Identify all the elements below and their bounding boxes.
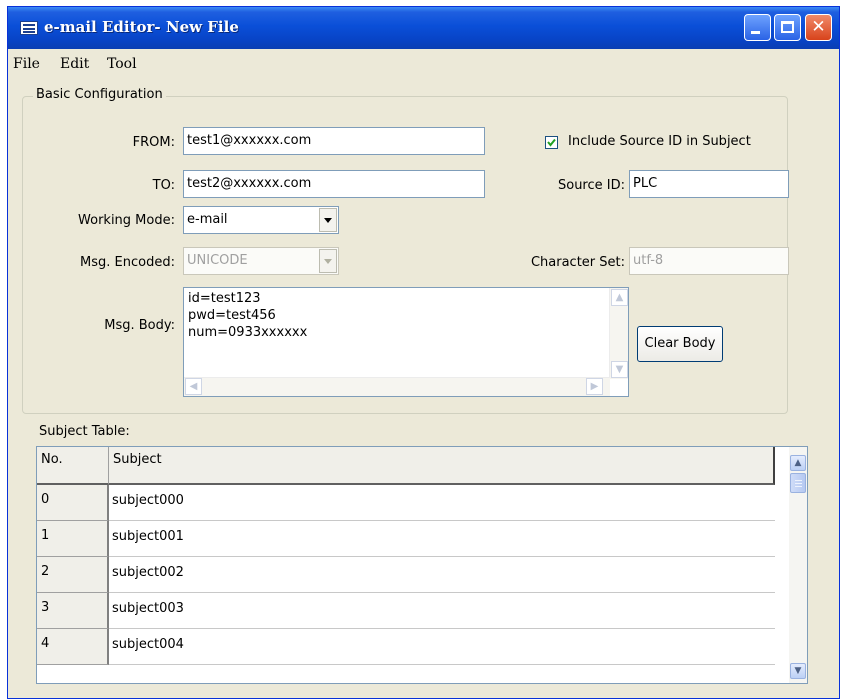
table-row[interactable]: 0 subject000 [37, 485, 789, 521]
source-id-label: Source ID: [557, 178, 625, 193]
working-mode-label: Working Mode: [78, 213, 175, 228]
msg-encoded-dropdown-button [319, 249, 337, 273]
close-icon: ✕ [811, 17, 826, 37]
maximize-button[interactable] [774, 14, 801, 41]
menu-bar: File Edit Tool [8, 50, 839, 78]
msg-body-label: Msg. Body: [104, 318, 175, 333]
row-subject[interactable]: subject000 [109, 485, 775, 521]
menu-edit[interactable]: Edit [60, 56, 89, 72]
source-id-field[interactable]: PLC [629, 170, 789, 198]
minimize-icon [751, 31, 760, 34]
subject-table[interactable]: No. Subject 0 subject000 1 subject001 2 … [36, 446, 808, 684]
msg-body-line: num=0933xxxxxx [188, 325, 308, 340]
minimize-button[interactable] [744, 14, 771, 41]
scroll-up-icon[interactable]: ▲ [790, 455, 806, 471]
from-field[interactable]: test1@xxxxxx.com [183, 127, 485, 155]
row-number: 2 [37, 557, 109, 593]
chevron-down-icon [324, 218, 332, 223]
title-bar[interactable]: e-mail Editor- New File ✕ [8, 7, 839, 49]
subject-table-scrollbar[interactable]: ▲ ▼ [789, 447, 807, 683]
row-subject[interactable]: subject003 [109, 593, 775, 629]
msg-encoded-label: Msg. Encoded: [80, 255, 175, 270]
row-number: 0 [37, 485, 109, 521]
window-title: e-mail Editor- New File [44, 18, 239, 36]
row-number: 1 [37, 521, 109, 557]
character-set-field: utf-8 [629, 247, 789, 275]
scroll-right-icon[interactable]: ▶ [586, 378, 603, 395]
close-button[interactable]: ✕ [805, 14, 832, 41]
include-source-id-checkbox[interactable] [545, 136, 558, 149]
row-subject[interactable]: subject002 [109, 557, 775, 593]
row-number: 3 [37, 593, 109, 629]
working-mode-select[interactable]: e-mail [183, 206, 339, 234]
menu-file[interactable]: File [13, 56, 40, 72]
scroll-up-icon[interactable]: ▲ [611, 289, 628, 306]
column-header-subject[interactable]: Subject [109, 447, 775, 485]
row-subject[interactable]: subject004 [109, 629, 775, 665]
to-label: TO: [152, 178, 175, 193]
msg-encoded-select: UNICODE [183, 247, 339, 275]
to-field[interactable]: test2@xxxxxx.com [183, 170, 485, 198]
table-row[interactable]: 1 subject001 [37, 521, 789, 557]
maximize-icon [781, 21, 794, 33]
scroll-thumb[interactable] [790, 473, 806, 493]
msg-encoded-value: UNICODE [187, 253, 248, 268]
msg-body-textarea[interactable]: id=test123 pwd=test456 num=0933xxxxxx ▲ … [183, 287, 629, 397]
scroll-left-icon[interactable]: ◀ [185, 378, 202, 395]
table-row[interactable]: 4 subject004 [37, 629, 789, 665]
table-row[interactable]: 3 subject003 [37, 593, 789, 629]
row-number: 4 [37, 629, 109, 665]
app-icon [20, 21, 38, 35]
from-label: FROM: [132, 135, 175, 150]
scroll-down-icon[interactable]: ▼ [790, 663, 806, 679]
chevron-down-icon [324, 259, 332, 264]
clear-body-button[interactable]: Clear Body [637, 326, 723, 362]
row-subject[interactable]: subject001 [109, 521, 775, 557]
msg-body-content: id=test123 pwd=test456 num=0933xxxxxx [188, 290, 307, 341]
msg-body-line: pwd=test456 [188, 308, 276, 323]
column-header-no[interactable]: No. [37, 447, 109, 485]
checkmark-icon [547, 138, 556, 147]
msg-body-vertical-scrollbar[interactable]: ▲ ▼ [609, 288, 628, 379]
scroll-down-icon[interactable]: ▼ [611, 361, 628, 378]
include-source-id-label: Include Source ID in Subject [568, 134, 751, 149]
character-set-label: Character Set: [530, 255, 625, 270]
working-mode-dropdown-button[interactable] [319, 208, 337, 232]
subject-table-label: Subject Table: [39, 424, 130, 439]
menu-tool[interactable]: Tool [107, 56, 137, 72]
basic-configuration-legend: Basic Configuration [33, 87, 166, 102]
msg-body-line: id=test123 [188, 291, 261, 306]
working-mode-value: e-mail [187, 212, 228, 227]
table-row[interactable]: 2 subject002 [37, 557, 789, 593]
msg-body-horizontal-scrollbar[interactable]: ◀ ▶ [184, 377, 610, 396]
